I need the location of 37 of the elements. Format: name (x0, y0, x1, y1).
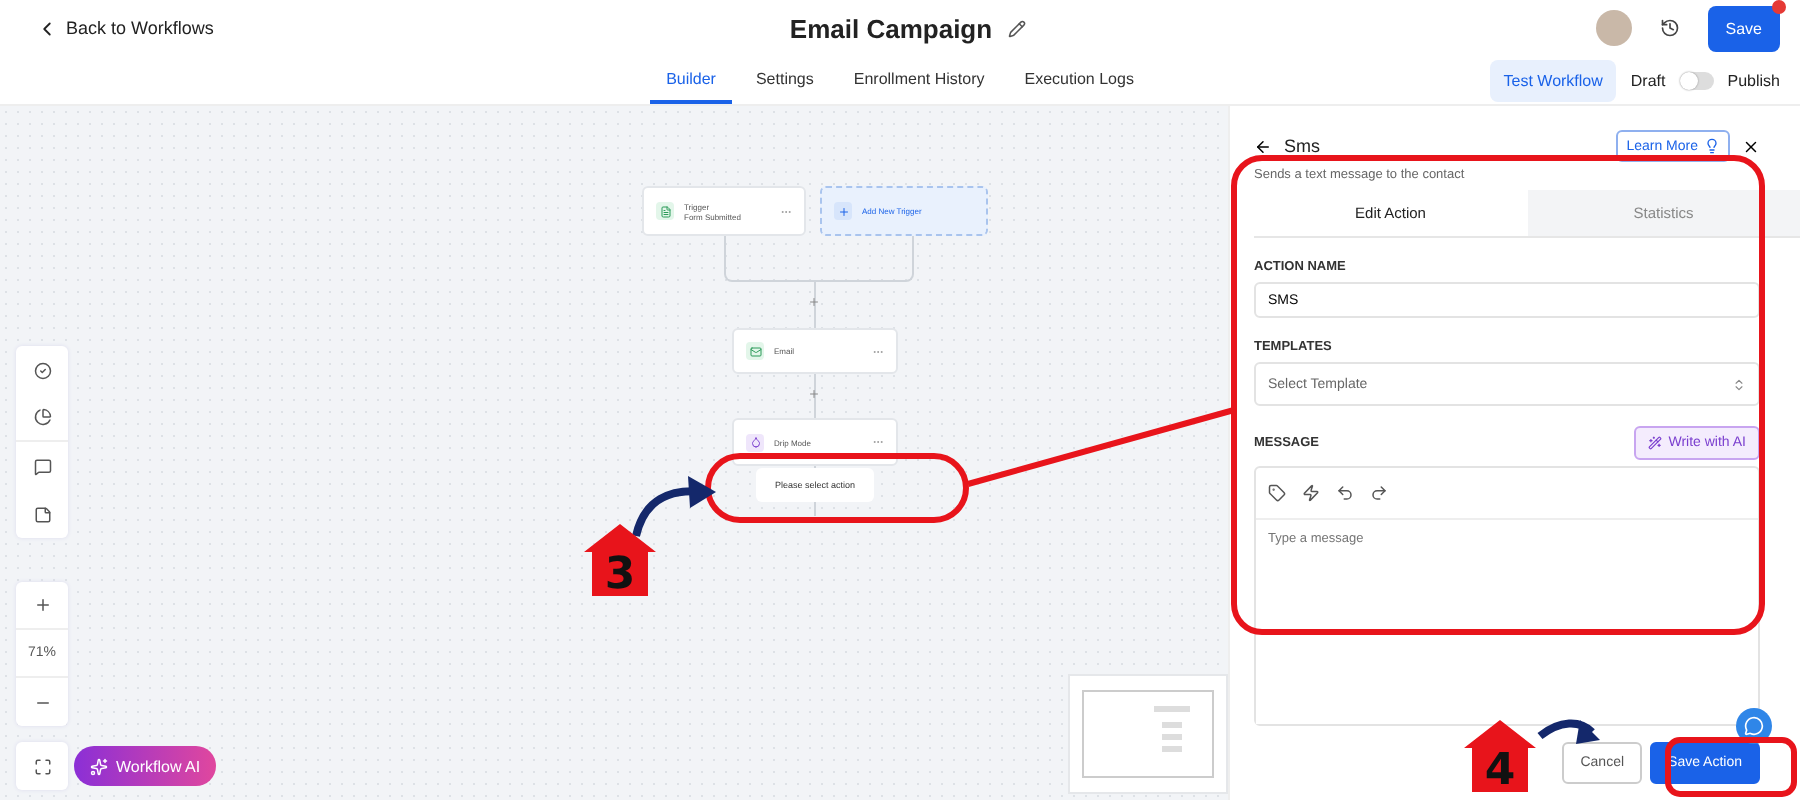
step-marker: 3 (584, 524, 656, 600)
plus-icon (33, 596, 51, 614)
back-link[interactable]: Back to Workflows (36, 17, 436, 39)
nav-tab[interactable]: Enrollment History (837, 57, 1001, 103)
node-icon (746, 433, 764, 451)
edit-icon[interactable] (1008, 19, 1027, 37)
add-step-icon[interactable] (808, 388, 820, 400)
save-button[interactable]: Save (1707, 5, 1780, 51)
curved-arrow (632, 476, 716, 538)
step-marker: 4 (1464, 720, 1536, 796)
draft-label: Draft (1630, 72, 1666, 90)
test-workflow-button[interactable]: Test Workflow (1489, 60, 1617, 102)
publish-label: Publish (1727, 72, 1780, 90)
close-icon[interactable] (1742, 137, 1760, 155)
undo-icon[interactable] (1336, 484, 1354, 502)
redo-icon[interactable] (1370, 484, 1388, 502)
back-icon[interactable] (1254, 137, 1272, 155)
expand-icon (33, 757, 51, 775)
node-icon (656, 202, 674, 220)
highlight-frame (1665, 737, 1797, 797)
node-icon (746, 342, 764, 360)
node-icon (834, 202, 852, 220)
curved-arrow (1537, 719, 1600, 744)
add-step-icon[interactable] (808, 296, 820, 308)
tag-icon[interactable] (1268, 484, 1286, 502)
publish-toggle[interactable] (1679, 72, 1714, 90)
chevron-icon (1732, 377, 1746, 391)
nav-tab[interactable]: Execution Logs (1008, 57, 1150, 103)
sparkle-icon (90, 757, 108, 775)
wand-icon (1648, 436, 1663, 450)
lightbulb-icon (1704, 138, 1720, 154)
panel-title: Sms (1284, 136, 1322, 156)
lightning-icon[interactable] (1302, 484, 1320, 502)
history-icon[interactable] (1659, 18, 1680, 38)
workflow-ai-button[interactable]: Workflow AI (74, 746, 217, 786)
workflow-title: Email Campaign (789, 13, 993, 43)
nav-tab[interactable]: Settings (739, 57, 830, 103)
